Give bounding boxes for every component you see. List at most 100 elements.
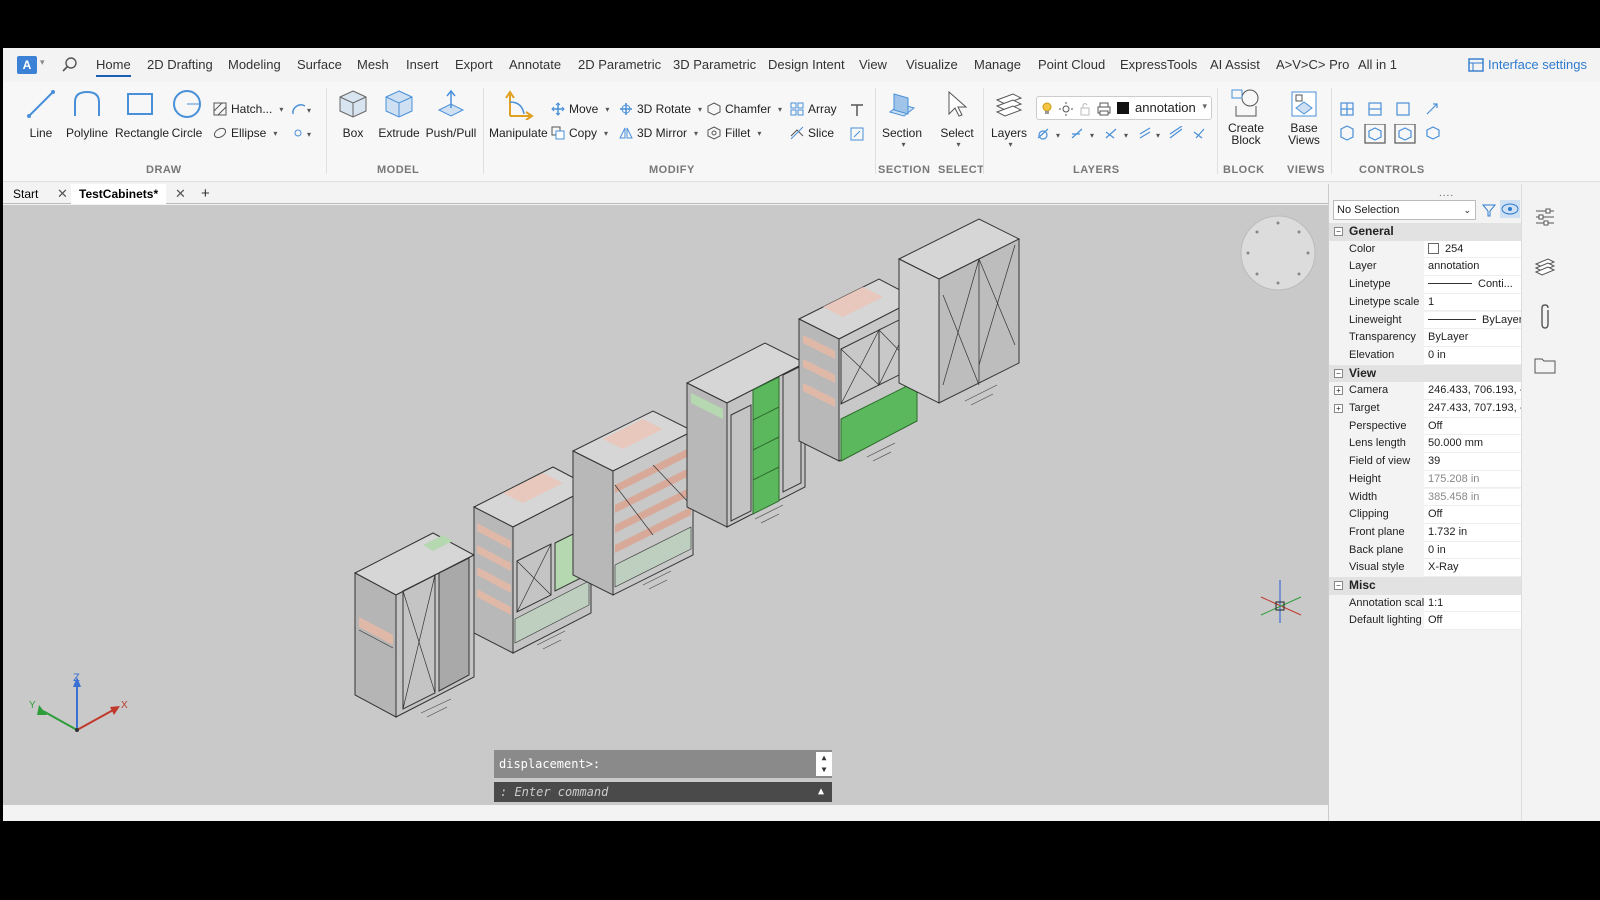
property-value[interactable]: ByLayer xyxy=(1424,311,1522,330)
chevron-down-icon[interactable]: ▼ xyxy=(822,765,827,774)
property-row[interactable]: Field of view 39 xyxy=(1329,453,1522,471)
property-row[interactable]: Color 254 xyxy=(1329,240,1522,259)
tab-avc-pro[interactable]: A>V>C> Pro xyxy=(1276,57,1349,72)
chevron-up-icon[interactable]: ▲ xyxy=(818,782,824,802)
property-value[interactable]: X-Ray xyxy=(1424,559,1522,577)
eye-icon[interactable] xyxy=(1500,200,1520,218)
controls-icons-row1[interactable] xyxy=(1339,100,1449,118)
tab-mesh[interactable]: Mesh xyxy=(357,57,389,72)
cabinet-4[interactable] xyxy=(685,342,807,528)
property-row[interactable]: Back plane 0 in xyxy=(1329,541,1522,560)
select-button[interactable]: Select ▾ xyxy=(937,88,977,149)
layers-icon[interactable] xyxy=(1534,256,1556,278)
property-row[interactable]: Lens length 50.000 mm xyxy=(1329,435,1522,454)
add-tab-icon[interactable]: + xyxy=(193,184,218,204)
tab-testcabinets[interactable]: TestCabinets* xyxy=(71,184,167,204)
tab-2d-parametric[interactable]: 2D Parametric xyxy=(578,57,661,72)
property-value[interactable]: Off xyxy=(1424,506,1522,524)
cabinet-1[interactable] xyxy=(353,532,476,718)
layer-dropdown[interactable]: annotation ▾ xyxy=(1036,96,1212,120)
hatch-button[interactable]: Hatch... ▾ xyxy=(213,102,283,116)
category-view[interactable]: − View xyxy=(1329,364,1522,383)
property-row[interactable]: Linetype scale 1 xyxy=(1329,293,1522,312)
3d-mirror-button[interactable]: 3D Mirror ▾ xyxy=(619,126,698,140)
tab-insert[interactable]: Insert xyxy=(406,57,439,72)
manipulate-button[interactable]: Manipulate xyxy=(489,88,548,140)
collapse-icon[interactable]: − xyxy=(1334,581,1343,590)
app-logo-icon[interactable]: A xyxy=(17,56,37,74)
polyline-button[interactable]: Polyline xyxy=(65,88,109,140)
text-tool-icon[interactable] xyxy=(849,102,865,118)
property-row[interactable]: Height 175.208 in xyxy=(1329,470,1522,489)
copy-button[interactable]: Copy ▾ xyxy=(551,126,608,140)
drawing-viewport[interactable]: Z X Y displacement>: ▲ ▼: Enter command… xyxy=(3,205,1328,805)
expand-icon[interactable]: + xyxy=(1334,386,1343,396)
move-button[interactable]: Move ▾ xyxy=(551,102,609,116)
property-row[interactable]: + Target 247.433, 707.193, - xyxy=(1329,400,1522,418)
tab-annotate[interactable]: Annotate xyxy=(509,57,561,72)
interface-settings-button[interactable]: Interface settings xyxy=(1468,57,1587,72)
align-icon[interactable] xyxy=(849,126,865,142)
property-value[interactable]: 1:1 xyxy=(1424,594,1522,613)
property-value[interactable]: 0 in xyxy=(1424,541,1522,560)
property-value[interactable]: ByLayer xyxy=(1424,329,1522,347)
tab-home[interactable]: Home xyxy=(96,57,131,77)
property-row[interactable]: Visual style X-Ray xyxy=(1329,559,1522,577)
collapse-icon[interactable]: − xyxy=(1334,227,1343,236)
tab-manage[interactable]: Manage xyxy=(974,57,1021,72)
selection-dropdown[interactable]: No Selection ⌄ xyxy=(1333,200,1476,220)
tab-surface[interactable]: Surface xyxy=(297,57,342,72)
line-button[interactable]: Line xyxy=(23,88,59,140)
property-row[interactable]: Lineweight ByLayer xyxy=(1329,311,1522,330)
tab-modeling[interactable]: Modeling xyxy=(228,57,281,72)
panel-grip-icon[interactable]: .... xyxy=(1439,188,1454,199)
extrude-button[interactable]: Extrude xyxy=(377,88,421,140)
tab-all-in-1[interactable]: All in 1 xyxy=(1358,57,1397,72)
property-row[interactable]: Layer annotation xyxy=(1329,258,1522,277)
property-row[interactable]: Front plane 1.732 in xyxy=(1329,523,1522,542)
tab-point-cloud[interactable]: Point Cloud xyxy=(1038,57,1105,72)
property-value[interactable]: Conti... xyxy=(1424,276,1522,294)
ellipse-button[interactable]: Ellipse ▾ xyxy=(213,126,277,140)
chevron-down-icon[interactable]: ▾ xyxy=(40,57,45,68)
tab-3d-parametric[interactable]: 3D Parametric xyxy=(673,57,756,72)
tab-ai-assist[interactable]: AI Assist xyxy=(1210,57,1260,72)
property-value[interactable]: 385.458 in xyxy=(1424,488,1522,507)
property-row[interactable]: Elevation 0 in xyxy=(1329,346,1522,365)
tab-design-intent[interactable]: Design Intent xyxy=(768,57,845,72)
property-value[interactable]: Off xyxy=(1424,417,1522,436)
property-value[interactable]: annotation xyxy=(1424,258,1522,277)
property-row[interactable]: Annotation scal 1:1 xyxy=(1329,594,1522,613)
property-value[interactable]: 246.433, 706.193, - xyxy=(1424,382,1522,400)
chevron-up-icon[interactable]: ▲ xyxy=(822,753,827,762)
fillet-button[interactable]: Fillet ▾ xyxy=(707,126,761,140)
property-value[interactable]: 175.208 in xyxy=(1424,470,1522,489)
cabinet-3[interactable] xyxy=(571,410,695,596)
property-row[interactable]: Linetype Conti... xyxy=(1329,276,1522,294)
property-row[interactable]: Width 385.458 in xyxy=(1329,488,1522,507)
chamfer-button[interactable]: Chamfer ▾ xyxy=(707,102,782,116)
tab-2d-drafting[interactable]: 2D Drafting xyxy=(147,57,213,72)
property-row[interactable]: Transparency ByLayer xyxy=(1329,329,1522,347)
command-input[interactable]: : Enter command ▲ xyxy=(494,782,832,802)
property-row[interactable]: Default lighting Off xyxy=(1329,612,1522,631)
property-row[interactable]: + Camera 246.433, 706.193, - xyxy=(1329,382,1522,400)
property-value[interactable]: 254 xyxy=(1424,240,1522,259)
tab-start[interactable]: Start xyxy=(5,184,46,204)
property-value[interactable]: Off xyxy=(1424,612,1522,631)
navigation-wheel-icon[interactable] xyxy=(1240,215,1316,291)
create-block-button[interactable]: Create Block xyxy=(1223,88,1269,146)
search-icon[interactable] xyxy=(61,56,79,74)
box-button[interactable]: Box xyxy=(335,88,371,140)
property-value[interactable]: 39 xyxy=(1424,453,1522,471)
close-icon[interactable]: ✕ xyxy=(167,184,194,204)
filter-icon[interactable] xyxy=(1481,202,1497,218)
layers-button[interactable]: Layers ▾ xyxy=(989,88,1029,149)
property-value[interactable]: 247.433, 707.193, - xyxy=(1424,400,1522,418)
point-icon[interactable]: ▾ xyxy=(293,126,315,140)
layer-tools-icon[interactable]: ▾ ▾ ▾ ▾ xyxy=(1036,126,1206,142)
property-value[interactable]: 1 xyxy=(1424,293,1522,312)
category-misc[interactable]: − Misc xyxy=(1329,577,1522,595)
cabinet-6[interactable] xyxy=(897,218,1021,404)
slice-button[interactable]: Slice xyxy=(790,126,834,140)
